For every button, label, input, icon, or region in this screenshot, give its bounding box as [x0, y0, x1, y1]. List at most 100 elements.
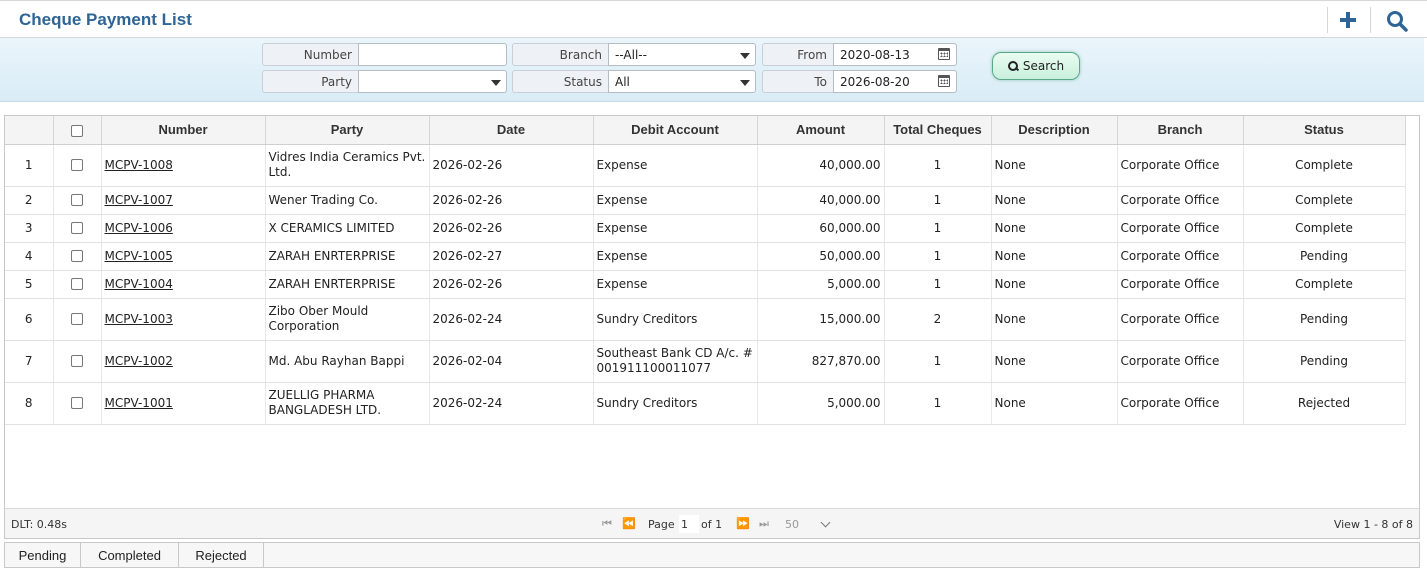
page-label: Page [648, 518, 675, 531]
column-header-select[interactable] [53, 116, 102, 145]
voucher-number-link[interactable]: MCPV-1001 [105, 396, 173, 410]
cell-total-cheques: 1 [884, 242, 992, 271]
row-index: 2 [5, 186, 54, 215]
column-header-description[interactable]: Description [991, 116, 1118, 145]
voucher-number-link[interactable]: MCPV-1006 [105, 221, 173, 235]
voucher-number-link[interactable]: MCPV-1003 [105, 312, 173, 326]
chevron-down-icon [820, 517, 831, 528]
row-select [53, 242, 102, 271]
from-filter: From 2020-08-13 [762, 43, 957, 66]
caret-down-icon [491, 80, 501, 86]
header-search-button[interactable] [1383, 7, 1413, 33]
search-button[interactable]: Search [992, 52, 1080, 80]
from-label: From [762, 43, 833, 66]
calendar-icon[interactable] [938, 75, 950, 87]
table-row[interactable]: 7 MCPV-1002 Md. Abu Rayhan Bappi 2026-02-04… [5, 340, 1406, 383]
column-header-party[interactable]: Party [265, 116, 430, 145]
voucher-number-link[interactable]: MCPV-1002 [105, 354, 173, 368]
row-checkbox[interactable] [71, 355, 83, 367]
row-index: 3 [5, 214, 54, 243]
cell-amount: 5,000.00 [757, 382, 885, 425]
cell-branch: Corporate Office [1117, 340, 1244, 383]
cell-description: None [991, 214, 1118, 243]
party-filter: Party [262, 70, 507, 93]
voucher-number-link[interactable]: MCPV-1005 [105, 249, 173, 263]
tab-rejected[interactable]: Rejected [179, 543, 264, 567]
load-time: DLT: 0.48s [11, 518, 68, 531]
next-page-icon[interactable]: ⏩ [736, 517, 750, 530]
status-select[interactable]: All [608, 70, 756, 93]
row-select [53, 298, 102, 341]
cell-party: Md. Abu Rayhan Bappi [265, 340, 430, 383]
cell-date: 2026-02-27 [429, 242, 594, 271]
voucher-number-link[interactable]: MCPV-1004 [105, 277, 173, 291]
row-index: 6 [5, 298, 54, 341]
tab-pending[interactable]: Pending [5, 543, 81, 567]
cell-number: MCPV-1007 [101, 186, 266, 215]
cell-date: 2026-02-26 [429, 214, 594, 243]
number-input[interactable] [358, 43, 507, 66]
table-header-row: Number Party Date Debit Account Amount T… [5, 116, 1406, 145]
cell-description: None [991, 242, 1118, 271]
table-row[interactable]: 1 MCPV-1008 Vidres India Ceramics Pvt. Ltd… [5, 144, 1406, 187]
cell-date: 2026-02-24 [429, 298, 594, 341]
plus-icon [1340, 12, 1356, 28]
branch-select[interactable]: --All-- [608, 43, 756, 66]
row-checkbox[interactable] [71, 250, 83, 262]
status-filter: Status All [512, 70, 756, 93]
branch-filter: Branch --All-- [512, 43, 756, 66]
from-date-value: 2020-08-13 [840, 48, 910, 62]
column-header-amount[interactable]: Amount [757, 116, 885, 145]
cell-number: MCPV-1005 [101, 242, 266, 271]
cell-party: ZARAH ENRTERPRISE [265, 270, 430, 299]
row-checkbox[interactable] [71, 222, 83, 234]
table-row[interactable]: 8 MCPV-1001 ZUELLIG PHARMA BANGLADESH LTD.… [5, 382, 1406, 425]
party-select[interactable] [358, 70, 507, 93]
column-header-date[interactable]: Date [429, 116, 594, 145]
cell-number: MCPV-1006 [101, 214, 266, 243]
table-row[interactable]: 5 MCPV-1004 ZARAH ENRTERPRISE 2026-02-26 Exp… [5, 270, 1406, 299]
row-checkbox[interactable] [71, 194, 83, 206]
row-index: 7 [5, 340, 54, 383]
page-size-value: 50 [785, 518, 799, 531]
to-label: To [762, 70, 833, 93]
tab-completed[interactable]: Completed [81, 543, 179, 567]
branch-label: Branch [512, 43, 608, 66]
cell-date: 2026-02-26 [429, 144, 594, 187]
cell-total-cheques: 1 [884, 214, 992, 243]
calendar-icon[interactable] [938, 48, 950, 60]
to-date-value: 2026-08-20 [840, 75, 910, 89]
row-checkbox[interactable] [71, 159, 83, 171]
page-input[interactable]: 1 [679, 515, 699, 533]
cell-status: Rejected [1243, 382, 1406, 425]
from-date-input[interactable]: 2020-08-13 [833, 43, 957, 66]
row-select [53, 186, 102, 215]
row-checkbox[interactable] [71, 278, 83, 290]
table-row[interactable]: 3 MCPV-1006 X CERAMICS LIMITED 2026-02-26 Ex… [5, 214, 1406, 243]
page-size-select[interactable]: 50 [781, 516, 833, 533]
column-header-number[interactable]: Number [101, 116, 266, 145]
to-date-input[interactable]: 2026-08-20 [833, 70, 957, 93]
add-button[interactable] [1334, 7, 1364, 33]
table-row[interactable]: 4 MCPV-1005 ZARAH ENRTERPRISE 2026-02-27 Exp… [5, 242, 1406, 271]
row-checkbox[interactable] [71, 397, 83, 409]
table-row[interactable]: 2 MCPV-1007 Wener Trading Co. 2026-02-26 Exp… [5, 186, 1406, 215]
column-header-debit-account[interactable]: Debit Account [593, 116, 758, 145]
cell-number: MCPV-1002 [101, 340, 266, 383]
cell-debit-account: Expense [593, 242, 758, 271]
table-row[interactable]: 6 MCPV-1003 Zibo Ober Mould Corporation 202… [5, 298, 1406, 341]
cell-amount: 40,000.00 [757, 144, 885, 187]
first-page-icon[interactable]: ⏮ [602, 517, 612, 531]
row-checkbox[interactable] [71, 313, 83, 325]
row-select [53, 382, 102, 425]
voucher-number-link[interactable]: MCPV-1008 [105, 158, 173, 172]
search-icon [1007, 61, 1018, 71]
voucher-number-link[interactable]: MCPV-1007 [105, 193, 173, 207]
last-page-icon[interactable]: ⏭ [759, 517, 769, 531]
column-header-status[interactable]: Status [1243, 116, 1406, 145]
number-label: Number [262, 43, 358, 66]
prev-page-icon[interactable]: ⏪ [622, 517, 636, 530]
column-header-total-cheques[interactable]: Total Cheques [884, 116, 992, 145]
select-all-checkbox[interactable] [71, 124, 83, 137]
column-header-branch[interactable]: Branch [1117, 116, 1244, 145]
